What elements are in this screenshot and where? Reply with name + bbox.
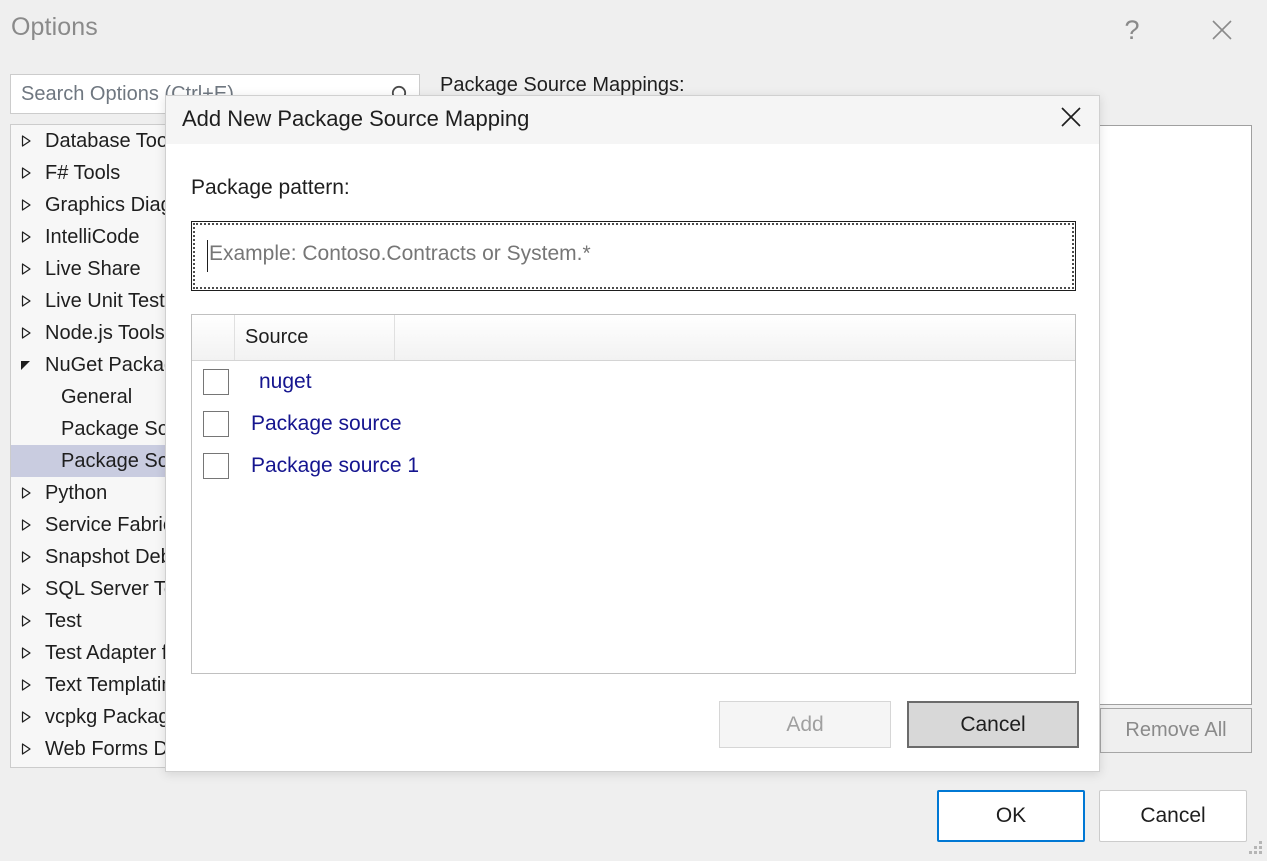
triangle-right-icon[interactable]: [19, 477, 41, 509]
resize-grip[interactable]: [1247, 841, 1263, 857]
ok-label: OK: [996, 804, 1026, 828]
package-pattern-label: Package pattern:: [191, 176, 350, 200]
triangle-right-icon[interactable]: [19, 317, 41, 349]
add-label: Add: [786, 713, 823, 737]
tree-item-label: Node.js Tools: [45, 322, 165, 345]
package-pattern-input[interactable]: Example: Contoso.Contracts or System.*: [191, 221, 1076, 291]
source-name-label[interactable]: nuget: [259, 370, 312, 394]
add-package-source-mapping-dialog: Add New Package Source Mapping Package p…: [165, 95, 1100, 772]
triangle-right-icon[interactable]: [19, 541, 41, 573]
options-close-button[interactable]: [1194, 0, 1250, 60]
source-table-header: Source: [192, 315, 1075, 361]
source-table-row[interactable]: nuget: [192, 361, 1075, 403]
source-checkbox[interactable]: [203, 411, 229, 437]
tree-item-label: IntelliCode: [45, 226, 140, 249]
triangle-right-icon[interactable]: [19, 157, 41, 189]
options-titlebar: Options ?: [0, 0, 1267, 60]
dialog-cancel-label: Cancel: [960, 713, 1025, 737]
ok-button[interactable]: OK: [937, 790, 1085, 842]
tree-item-label: Python: [45, 482, 107, 505]
tree-item-label: F# Tools: [45, 162, 120, 185]
triangle-right-icon[interactable]: [19, 669, 41, 701]
grip-dot: [1254, 846, 1257, 849]
source-name-label[interactable]: Package source: [251, 412, 402, 436]
help-button[interactable]: ?: [1104, 0, 1160, 60]
remove-all-label: Remove All: [1125, 719, 1226, 742]
triangle-right-icon[interactable]: [19, 285, 41, 317]
package-pattern-placeholder: Example: Contoso.Contracts or System.*: [209, 242, 591, 266]
tree-item-label: Live Share: [45, 258, 141, 281]
cancel-button[interactable]: Cancel: [1099, 790, 1247, 842]
source-table[interactable]: Source nuget Package source Package source…: [191, 314, 1076, 674]
triangle-right-icon[interactable]: [19, 189, 41, 221]
options-window-title: Options: [11, 13, 98, 42]
remove-all-button[interactable]: Remove All: [1100, 708, 1252, 753]
dialog-title: Add New Package Source Mapping: [182, 106, 529, 132]
triangle-right-icon[interactable]: [19, 637, 41, 669]
column-header-checkbox[interactable]: [192, 315, 235, 360]
source-table-body: nuget Package source Package source 1: [192, 361, 1075, 487]
cancel-label: Cancel: [1140, 804, 1205, 828]
grip-dot: [1249, 851, 1252, 854]
source-name-label[interactable]: Package source 1: [251, 454, 419, 478]
triangle-right-icon[interactable]: [19, 253, 41, 285]
triangle-right-icon[interactable]: [19, 733, 41, 765]
close-icon: [1209, 17, 1235, 43]
tree-item-label: General: [61, 386, 132, 409]
triangle-right-icon[interactable]: [19, 605, 41, 637]
triangle-right-icon[interactable]: [19, 509, 41, 541]
triangle-right-icon[interactable]: [19, 125, 41, 157]
dialog-close-button[interactable]: [1043, 96, 1099, 144]
tree-item-label: Text Templating: [45, 674, 184, 697]
column-header-source[interactable]: Source: [235, 315, 395, 360]
triangle-right-icon[interactable]: [19, 573, 41, 605]
grip-dot: [1259, 841, 1262, 844]
dialog-titlebar: Add New Package Source Mapping: [166, 96, 1099, 144]
tree-item-label: Database Tools: [45, 130, 183, 153]
dialog-cancel-button[interactable]: Cancel: [907, 701, 1079, 748]
triangle-right-icon[interactable]: [19, 701, 41, 733]
source-table-row[interactable]: Package source 1: [192, 445, 1075, 487]
triangle-right-icon[interactable]: [19, 221, 41, 253]
package-source-mappings-label: Package Source Mappings:: [440, 74, 685, 97]
grip-dot: [1259, 846, 1262, 849]
source-checkbox[interactable]: [203, 453, 229, 479]
close-icon: [1059, 105, 1083, 135]
grip-dot: [1254, 851, 1257, 854]
text-caret: [207, 240, 208, 272]
source-table-row[interactable]: Package source: [192, 403, 1075, 445]
question-mark-icon: ?: [1124, 17, 1139, 44]
column-header-spacer: [395, 315, 1075, 360]
add-button[interactable]: Add: [719, 701, 891, 748]
grip-dot: [1259, 851, 1262, 854]
triangle-down-icon[interactable]: [19, 349, 41, 381]
source-checkbox[interactable]: [203, 369, 229, 395]
tree-item-label: Test: [45, 610, 82, 633]
